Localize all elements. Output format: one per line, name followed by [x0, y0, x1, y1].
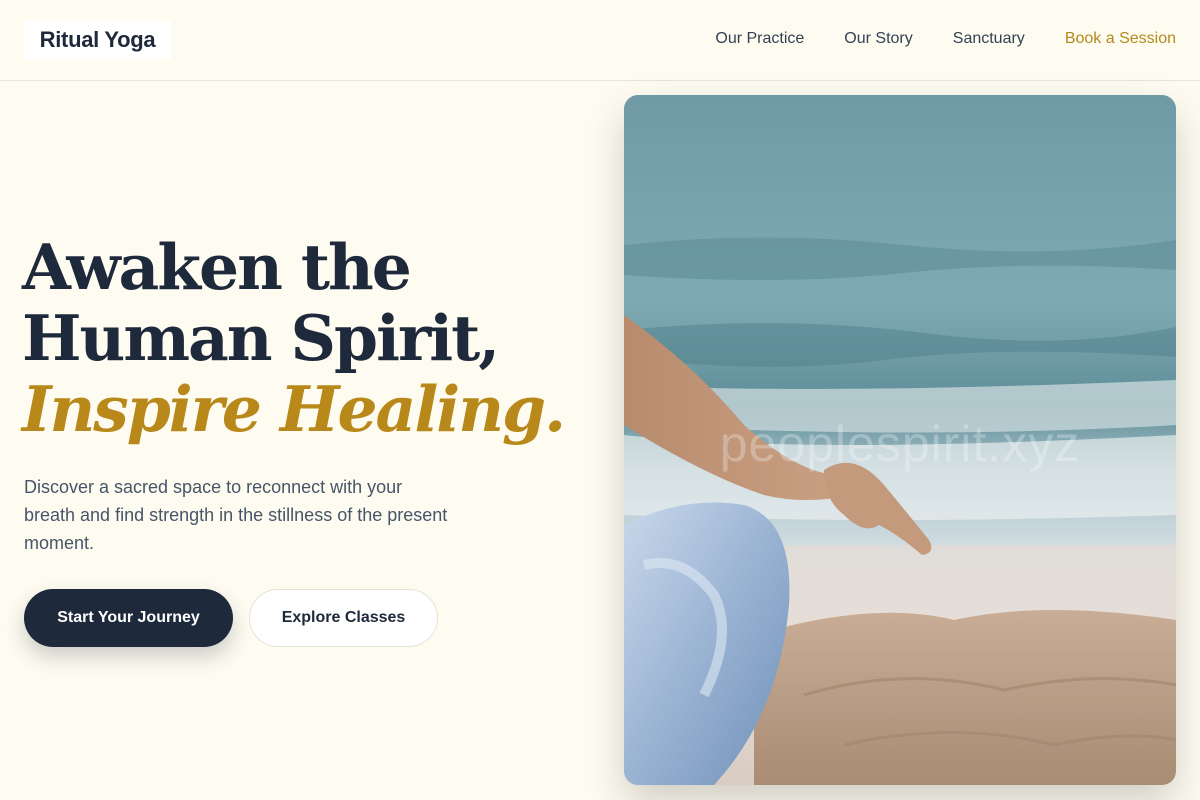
site-header: Ritual Yoga Our Practice Our Story Sanct…	[0, 0, 1200, 81]
hero-subtext: Discover a sacred space to reconnect wit…	[24, 477, 448, 553]
main-nav: Our Practice Our Story Sanctuary Book a …	[715, 29, 1176, 49]
nav-our-practice[interactable]: Our Practice	[715, 29, 804, 49]
image-watermark: peoplespirit.xyz	[719, 416, 1081, 472]
nav-book-session[interactable]: Book a Session	[1065, 29, 1176, 49]
logo[interactable]: Ritual Yoga	[24, 21, 171, 59]
start-journey-button[interactable]: Start Your Journey	[24, 589, 233, 647]
logo-text: Ritual Yoga	[39, 27, 156, 52]
explore-classes-button[interactable]: Explore Classes	[249, 589, 438, 647]
nav-sanctuary[interactable]: Sanctuary	[953, 29, 1025, 49]
headline-accent: Inspire Healing.	[22, 372, 566, 446]
nav-our-story[interactable]: Our Story	[844, 29, 912, 49]
headline-line-1: Awaken the	[22, 230, 412, 304]
hero-image: peoplespirit.xyz	[624, 95, 1176, 785]
hero-headline: Awaken the Human Spirit, Inspire Healing…	[22, 232, 602, 445]
headline-line-2: Human Spirit,	[22, 301, 500, 375]
